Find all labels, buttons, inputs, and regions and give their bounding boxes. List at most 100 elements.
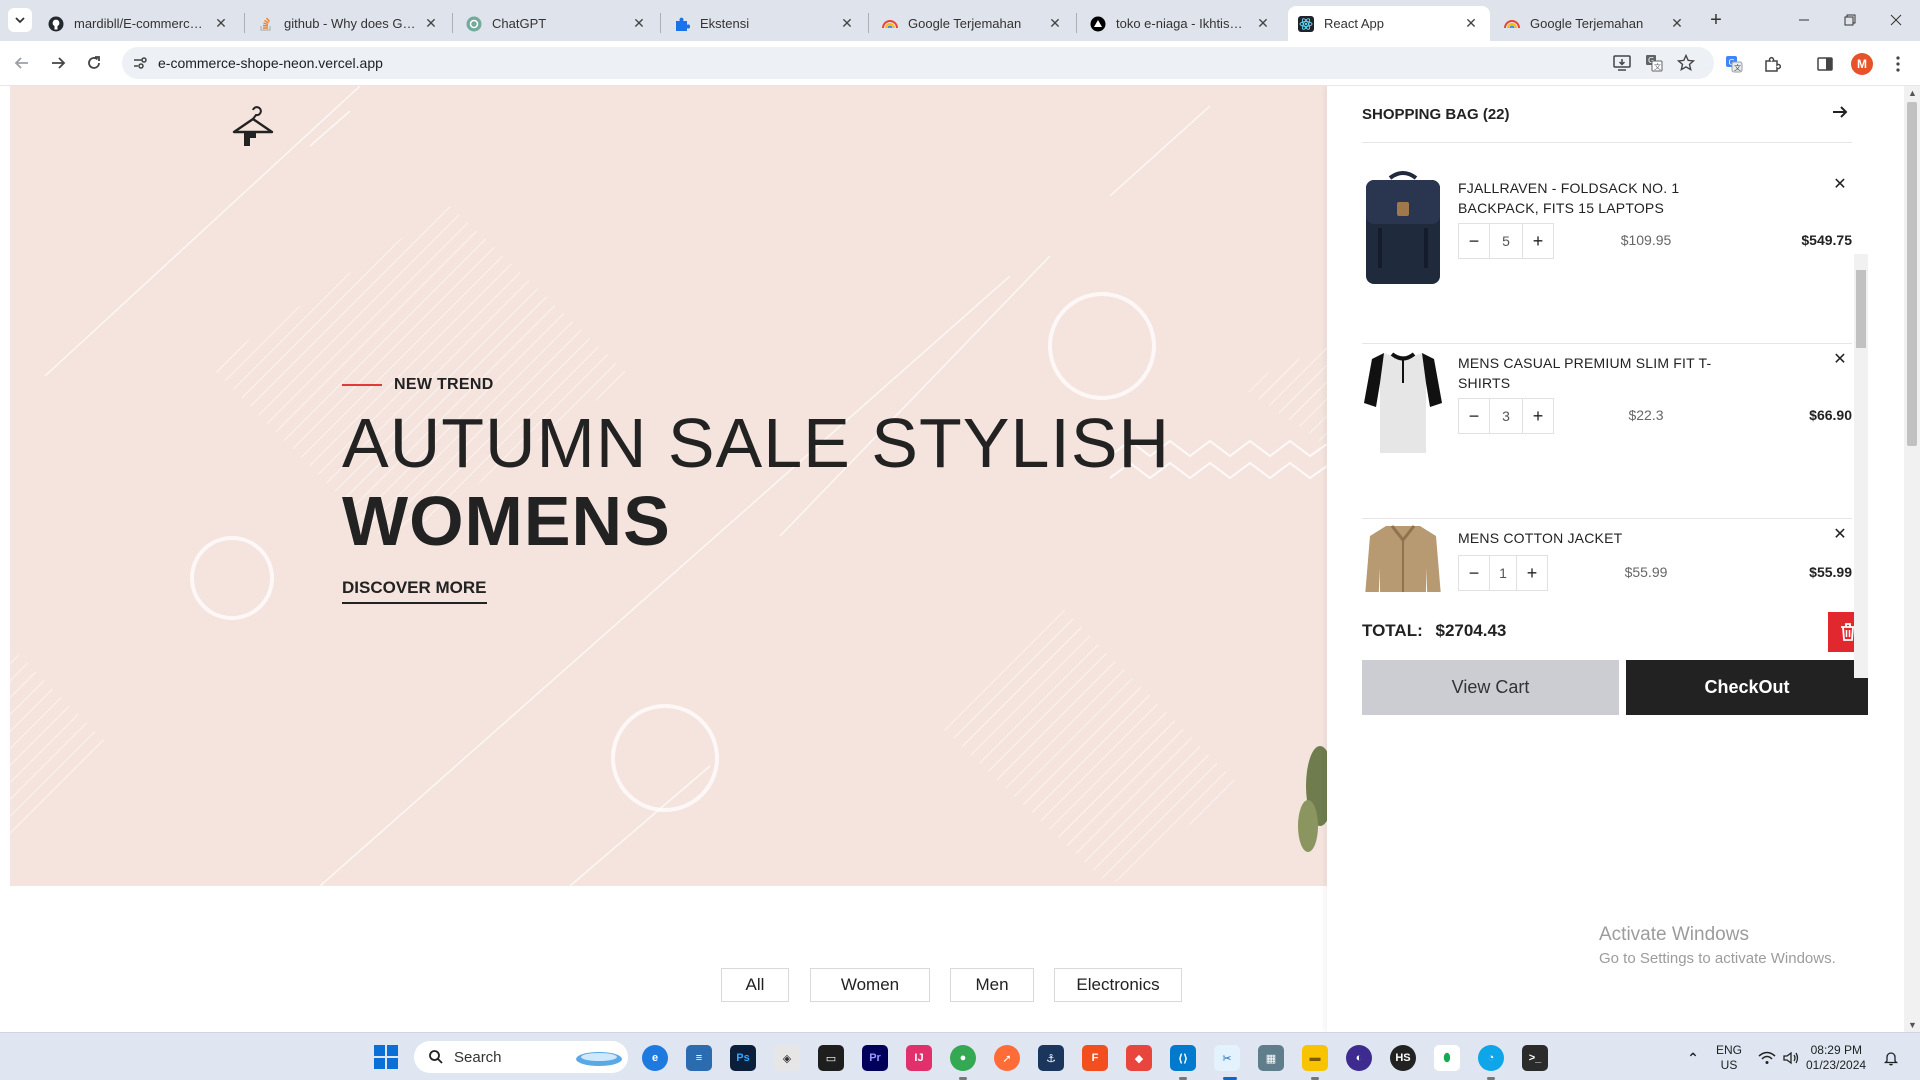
google-translate-extension-icon[interactable]: G文 [1723,53,1745,75]
browser-tab[interactable]: github - Why does Git tel ✕ [248,6,450,41]
notification-bell-icon[interactable] [1878,1045,1904,1071]
checkout-button[interactable]: CheckOut [1626,660,1868,715]
virtualbox-icon[interactable]: ◈ [774,1045,800,1071]
filter-women-button[interactable]: Women [810,968,930,1002]
close-window-icon[interactable] [1876,6,1916,34]
chrome-icon[interactable]: ● [950,1045,976,1071]
postman-icon[interactable]: ➚ [994,1045,1020,1071]
close-tab-icon[interactable]: ✕ [630,15,648,33]
url-text[interactable]: e-commerce-shope-neon.vercel.app [158,55,383,71]
cart-list-scrollbar[interactable] [1854,254,1868,678]
snipping-tool-icon[interactable]: ✂ [1214,1045,1240,1071]
restore-icon[interactable] [1830,6,1870,34]
quantity-stepper: − 5 + [1458,223,1554,259]
figma-icon[interactable]: F [1082,1045,1108,1071]
profile-avatar[interactable]: M [1851,53,1873,75]
remove-item-icon[interactable]: ✕ [1832,176,1848,193]
search-label: Search [454,1048,502,1066]
increase-qty-button[interactable]: + [1523,399,1553,433]
cart-item-name: MENS COTTON JACKET [1458,530,1623,546]
edge-browser-icon[interactable]: e [642,1045,668,1071]
tab-title: React App [1324,16,1384,31]
extensions-puzzle-icon[interactable] [1761,53,1783,75]
windows-start-icon[interactable] [374,1045,398,1069]
system-clock[interactable]: 08:29 PM 01/23/2024 [1806,1043,1866,1073]
filter-electronics-button[interactable]: Electronics [1054,968,1182,1002]
cart-item-name: FJALLRAVEN - FOLDSACK NO. 1 BACKPACK, FI… [1458,180,1680,216]
vscode-icon[interactable]: ⟨⟩ [1170,1045,1196,1071]
media-player-icon[interactable]: ◐ [1346,1045,1372,1071]
side-panel-icon[interactable] [1814,53,1836,75]
scroll-up-arrow-icon[interactable]: ▲ [1908,88,1917,98]
close-tab-icon[interactable]: ✕ [1462,15,1480,33]
taskbar-search-box[interactable]: Search [414,1041,628,1073]
browser-tab[interactable]: ChatGPT ✕ [456,6,658,41]
tab-title: Google Terjemahan [908,16,1022,31]
page-scrollbar-thumb[interactable] [1907,102,1917,446]
filter-all-button[interactable]: All [721,968,789,1002]
minimize-icon[interactable] [1784,6,1824,34]
decrease-qty-button[interactable]: − [1459,556,1489,590]
close-tab-icon[interactable]: ✕ [838,15,856,33]
calculator-icon[interactable]: ▦ [1258,1045,1284,1071]
decrease-qty-button[interactable]: − [1459,399,1489,433]
backpack-product-image[interactable] [1362,168,1444,288]
browser-tab[interactable]: toko e-niaga - Ikhtisar - V ✕ [1080,6,1282,41]
translate-page-icon[interactable]: G文 [1644,53,1664,73]
command-prompt-icon[interactable]: >_ [1522,1045,1548,1071]
browser-tab[interactable]: Google Terjemahan ✕ [1494,6,1696,41]
decrease-qty-button[interactable]: − [1459,224,1489,258]
file-explorer-icon[interactable]: ▬ [1302,1045,1328,1071]
jetbrains-icon[interactable]: IJ [906,1045,932,1071]
photoshop-icon[interactable]: Ps [730,1045,756,1071]
browser-tab[interactable]: Google Terjemahan ✕ [872,6,1074,41]
increase-qty-button[interactable]: + [1523,224,1553,258]
tshirt-product-image[interactable] [1362,343,1444,463]
address-bar[interactable]: e-commerce-shope-neon.vercel.app G文 [122,47,1714,79]
page-scrollbar[interactable]: ▲ ▼ [1904,86,1920,1032]
cart-item: FJALLRAVEN - FOLDSACK NO. 1 BACKPACK, FI… [1362,168,1852,344]
close-tab-icon[interactable]: ✕ [1668,15,1686,33]
scroll-down-arrow-icon[interactable]: ▼ [1908,1020,1917,1030]
hanger-logo-icon[interactable] [230,106,276,152]
mysql-workbench-icon[interactable]: ⚓ [1038,1045,1064,1071]
close-tab-icon[interactable]: ✕ [422,15,440,33]
close-cart-arrow-icon[interactable] [1828,100,1852,124]
remove-item-icon[interactable]: ✕ [1832,351,1848,368]
cart-item-list[interactable]: FJALLRAVEN - FOLDSACK NO. 1 BACKPACK, FI… [1362,168,1852,592]
wifi-icon[interactable] [1754,1045,1780,1071]
jacket-product-image[interactable] [1362,518,1444,592]
new-tab-button[interactable]: + [1704,8,1728,32]
close-tab-icon[interactable]: ✕ [212,15,230,33]
bookmark-star-icon[interactable] [1676,53,1696,73]
back-arrow-icon[interactable] [8,49,36,77]
site-settings-icon[interactable] [130,53,150,73]
install-app-icon[interactable] [1612,53,1632,73]
close-tab-icon[interactable]: ✕ [1046,15,1064,33]
chat-app-icon[interactable]: ◔ [1478,1045,1504,1071]
premiere-pro-icon[interactable]: Pr [862,1045,888,1071]
more-menu-icon[interactable] [1887,53,1909,75]
tab-search-chevron-icon[interactable] [8,8,32,32]
close-tab-icon[interactable]: ✕ [1254,15,1272,33]
git-tool-icon[interactable]: ◆ [1126,1045,1152,1071]
reload-icon[interactable] [80,49,108,77]
terminal-icon[interactable]: ▭ [818,1045,844,1071]
filter-men-button[interactable]: Men [950,968,1034,1002]
show-hidden-icons-chevron-icon[interactable]: ⌃ [1680,1045,1706,1071]
forward-arrow-icon[interactable] [44,49,72,77]
browser-tab[interactable]: Ekstensi ✕ [664,6,866,41]
view-cart-button[interactable]: View Cart [1362,660,1619,715]
increase-qty-button[interactable]: + [1517,556,1547,590]
tab-title: toko e-niaga - Ikhtisar - V [1116,16,1248,31]
volume-icon[interactable] [1778,1045,1804,1071]
browser-tab[interactable]: mardibll/E-commerce-Sh ✕ [38,6,240,41]
hs-app-icon[interactable]: HS [1390,1045,1416,1071]
discover-more-link[interactable]: DISCOVER MORE [342,578,487,604]
mongodb-compass-icon[interactable]: ⬮ [1434,1045,1460,1071]
cart-scrollbar-thumb[interactable] [1856,270,1866,348]
browser-tab-active[interactable]: React App ✕ [1288,6,1490,41]
remove-item-icon[interactable]: ✕ [1832,526,1848,543]
notepad-icon[interactable]: ≡ [686,1045,712,1071]
keyboard-language[interactable]: ENG US [1716,1043,1742,1073]
